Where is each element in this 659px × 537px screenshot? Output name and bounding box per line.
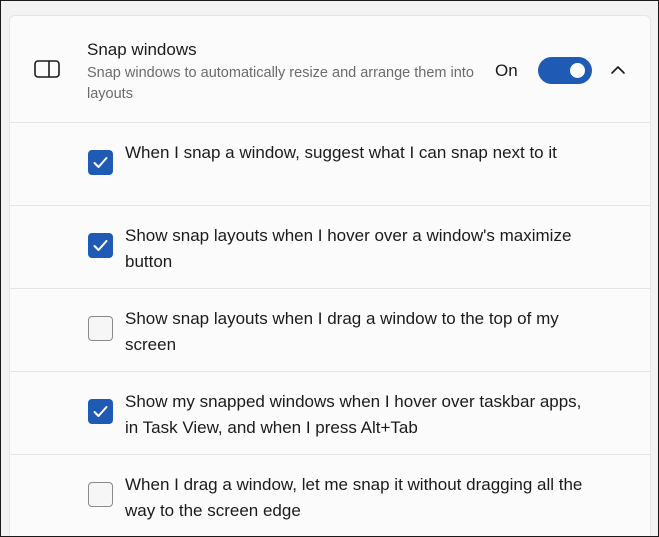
- snap-windows-title: Snap windows: [87, 40, 197, 59]
- option-label: Show snap layouts when I hover over a wi…: [125, 226, 572, 271]
- checkmark-icon: [93, 406, 108, 417]
- option-snap-without-edge[interactable]: When I drag a window, let me snap it wit…: [10, 455, 650, 536]
- option-label: Show snap layouts when I drag a window t…: [125, 309, 559, 354]
- option-checkbox[interactable]: [88, 150, 113, 175]
- snap-windows-icon: [34, 60, 60, 78]
- toggle-knob: [570, 63, 585, 78]
- chevron-up-icon[interactable]: [608, 60, 628, 80]
- checkmark-icon: [93, 240, 108, 251]
- snap-windows-card: Snap windows Snap windows to automatical…: [9, 15, 651, 536]
- option-taskbar-snapped[interactable]: Show my snapped windows when I hover ove…: [10, 372, 650, 455]
- option-checkbox[interactable]: [88, 233, 113, 258]
- option-drag-top[interactable]: Show snap layouts when I drag a window t…: [10, 289, 650, 372]
- option-hover-maximize[interactable]: Show snap layouts when I hover over a wi…: [10, 206, 650, 289]
- snap-windows-description: Snap windows to automatically resize and…: [87, 65, 474, 102]
- option-checkbox[interactable]: [88, 316, 113, 341]
- snap-windows-header[interactable]: Snap windows Snap windows to automatical…: [10, 16, 650, 123]
- checkmark-icon: [93, 157, 108, 168]
- snap-windows-toggle[interactable]: [538, 57, 592, 84]
- toggle-state-label: On: [495, 61, 518, 80]
- option-label: Show my snapped windows when I hover ove…: [125, 392, 582, 437]
- settings-frame: Snap windows Snap windows to automatical…: [0, 0, 659, 537]
- option-label: When I snap a window, suggest what I can…: [125, 143, 557, 162]
- option-checkbox[interactable]: [88, 482, 113, 507]
- option-checkbox[interactable]: [88, 399, 113, 424]
- option-label: When I drag a window, let me snap it wit…: [125, 475, 583, 520]
- option-suggest-next[interactable]: When I snap a window, suggest what I can…: [10, 123, 650, 206]
